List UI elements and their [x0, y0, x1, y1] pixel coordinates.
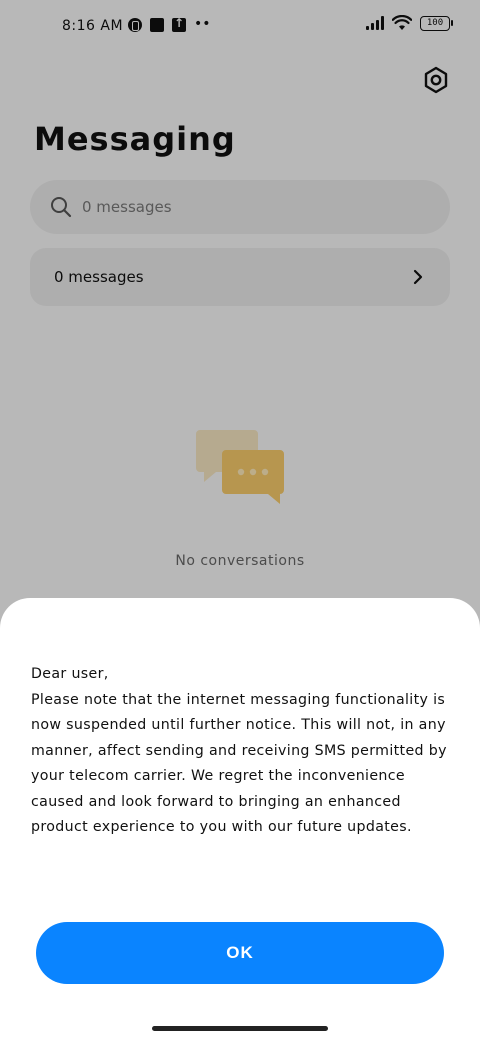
notice-dialog: Dear user, Please note that the internet… [0, 598, 480, 1040]
dialog-message: Dear user, Please note that the internet… [31, 662, 461, 841]
dialog-greeting: Dear user, [31, 666, 109, 682]
home-indicator[interactable] [152, 1026, 328, 1031]
dialog-body: Please note that the internet messaging … [31, 691, 447, 836]
ok-button[interactable]: OK [36, 922, 444, 984]
